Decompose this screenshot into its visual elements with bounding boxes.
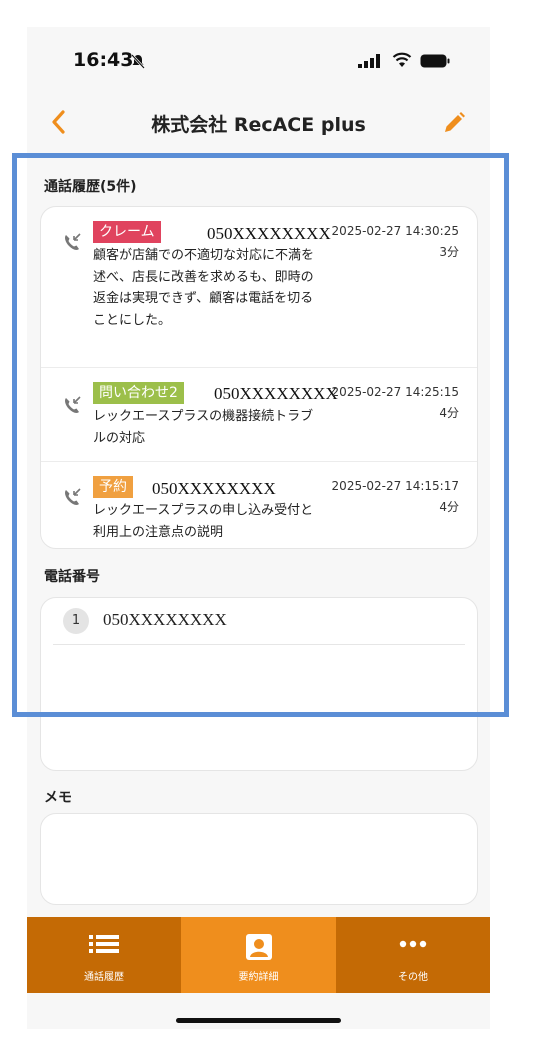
tab-more[interactable]: その他 [336, 917, 490, 993]
page-title: 株式会社 RecACE plus [151, 114, 366, 136]
contact-card-icon [245, 934, 272, 960]
bell-muted-icon [131, 54, 145, 69]
tab-label: 要約詳細 [238, 972, 279, 983]
tab-label: その他 [398, 972, 428, 983]
status-time: 16:43 [73, 49, 134, 71]
edit-pencil-icon[interactable] [441, 110, 467, 136]
battery-icon [420, 54, 450, 68]
tab-bar: 通話履歴 要約詳細 その他 [27, 917, 490, 993]
tab-label: 通話履歴 [84, 972, 124, 983]
tab-call-history[interactable]: 通話履歴 [27, 917, 181, 993]
tab-summary-detail[interactable]: 要約詳細 [181, 917, 336, 993]
more-icon [399, 940, 427, 948]
nav-bar: 株式会社 RecACE plus [27, 97, 490, 147]
list-icon [89, 935, 119, 953]
memo-input[interactable] [40, 813, 478, 905]
wifi-icon [392, 52, 412, 67]
home-indicator [176, 1018, 341, 1023]
highlight-frame [12, 153, 509, 717]
signal-icon [358, 54, 380, 68]
memo-title: メモ [44, 790, 72, 806]
status-bar: 16:43 [27, 27, 490, 91]
